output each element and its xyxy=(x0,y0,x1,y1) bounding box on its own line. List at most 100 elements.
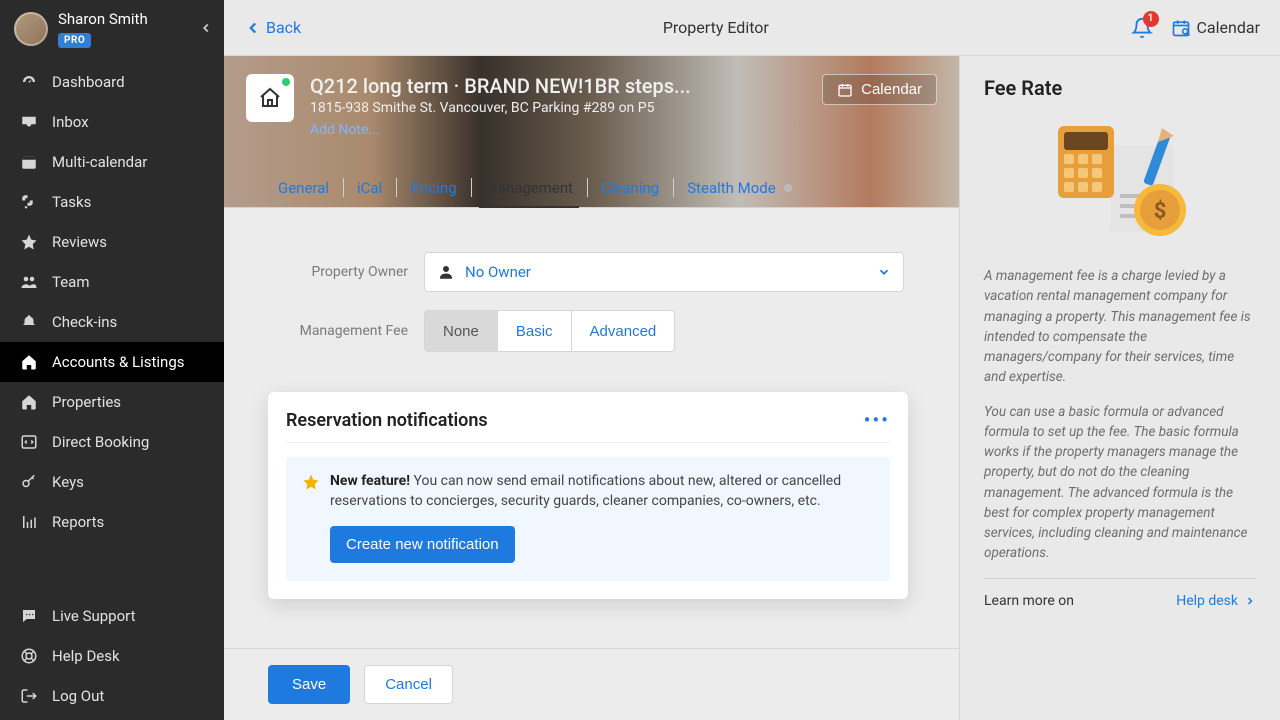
sidebar-item-inbox[interactable]: Inbox xyxy=(0,102,224,142)
gauge-icon xyxy=(18,71,40,93)
status-dot-icon xyxy=(784,184,792,192)
tab-label: Cleaning xyxy=(601,179,659,197)
sidebar-item-reports[interactable]: Reports xyxy=(0,502,224,542)
add-note-link[interactable]: Add Note... xyxy=(310,122,379,138)
sidebar-item-team[interactable]: Team xyxy=(0,262,224,302)
sidebar: Sharon Smith PRO Dashboard Inbox Multi-cal… xyxy=(0,0,224,720)
home-icon xyxy=(18,351,40,373)
user-name: Sharon Smith xyxy=(58,10,148,28)
fee-illustration-icon: $ xyxy=(1040,118,1200,248)
tab-label: General xyxy=(278,179,329,197)
sidebar-nav: Dashboard Inbox Multi-calendar Tasks Reviews… xyxy=(0,62,224,542)
divider xyxy=(984,578,1256,579)
avatar xyxy=(14,12,48,46)
sidebar-item-live-support[interactable]: Live Support xyxy=(0,596,224,636)
property-title: Q212 long term · BRAND NEW!1BR steps... xyxy=(310,74,822,98)
tasks-icon xyxy=(18,191,40,213)
sidebar-item-label: Properties xyxy=(52,393,121,411)
sidebar-user[interactable]: Sharon Smith PRO xyxy=(0,0,224,58)
sidebar-item-reviews[interactable]: Reviews xyxy=(0,222,224,262)
property-hero: Q212 long term · BRAND NEW!1BR steps... … xyxy=(224,56,959,208)
pro-badge: PRO xyxy=(58,33,91,48)
right-p1: A management fee is a charge levied by a… xyxy=(984,266,1256,388)
property-tabs: General iCal Pricing Management Cleaning Stea… xyxy=(224,168,959,208)
status-dot-icon xyxy=(282,78,290,86)
fee-option-none[interactable]: None xyxy=(425,311,497,351)
learn-more-label: Learn more on xyxy=(984,593,1074,609)
property-calendar-label: Calendar xyxy=(861,81,922,98)
owner-value: No Owner xyxy=(465,263,531,281)
owner-select[interactable]: No Owner xyxy=(424,252,904,292)
create-notification-button[interactable]: Create new notification xyxy=(330,526,515,563)
tab-label: iCal xyxy=(357,179,382,197)
notifications-button[interactable]: 1 xyxy=(1131,17,1153,39)
right-panel: Fee Rate $ xyxy=(960,56,1280,720)
tab-ical[interactable]: iCal xyxy=(343,168,396,207)
star-icon xyxy=(18,231,40,253)
property-icon xyxy=(246,74,294,122)
sidebar-nav-bottom: Live Support Help Desk Log Out xyxy=(0,596,224,716)
feature-text: New feature! You can now send email noti… xyxy=(330,471,874,512)
sidebar-item-label: Live Support xyxy=(52,607,136,625)
back-button[interactable]: Back xyxy=(244,18,301,37)
sidebar-item-log-out[interactable]: Log Out xyxy=(0,676,224,716)
owner-label: Property Owner xyxy=(268,264,408,280)
fee-segmented: NoneBasicAdvanced xyxy=(424,310,675,352)
page-title: Property Editor xyxy=(301,18,1130,37)
fee-option-advanced[interactable]: Advanced xyxy=(571,311,675,351)
tab-label: Management xyxy=(485,179,573,197)
tab-general[interactable]: General xyxy=(264,168,343,207)
sidebar-item-keys[interactable]: Keys xyxy=(0,462,224,502)
chevron-right-icon xyxy=(1244,595,1256,607)
save-button[interactable]: Save xyxy=(268,665,350,704)
tab-stealth-mode[interactable]: Stealth Mode xyxy=(673,168,806,207)
sidebar-item-dashboard[interactable]: Dashboard xyxy=(0,62,224,102)
chat-icon xyxy=(18,605,40,627)
code-icon xyxy=(18,431,40,453)
sidebar-item-label: Dashboard xyxy=(52,73,125,91)
sidebar-item-label: Tasks xyxy=(52,193,91,211)
sidebar-item-help-desk[interactable]: Help Desk xyxy=(0,636,224,676)
calendar-icon xyxy=(18,151,40,173)
calendar-search-button[interactable]: Calendar xyxy=(1171,18,1260,38)
tab-cleaning[interactable]: Cleaning xyxy=(587,168,673,207)
sidebar-item-label: Keys xyxy=(52,473,84,491)
help-desk-link[interactable]: Help desk xyxy=(1176,593,1256,609)
sidebar-item-label: Inbox xyxy=(52,113,89,131)
home-icon xyxy=(18,391,40,413)
inbox-icon xyxy=(18,111,40,133)
sidebar-item-label: Check-ins xyxy=(52,313,117,331)
cancel-button[interactable]: Cancel xyxy=(364,665,453,704)
reservation-notifications-card: Reservation notifications ••• New featur… xyxy=(268,392,908,599)
card-title: Reservation notifications xyxy=(286,410,488,431)
sidebar-item-accounts-listings[interactable]: Accounts & Listings xyxy=(0,342,224,382)
property-address: 1815-938 Smithe St. Vancouver, BC Parkin… xyxy=(310,100,822,116)
key-icon xyxy=(18,471,40,493)
svg-text:$: $ xyxy=(1154,199,1167,224)
sidebar-item-direct-booking[interactable]: Direct Booking xyxy=(0,422,224,462)
fee-option-basic[interactable]: Basic xyxy=(497,311,571,351)
sidebar-item-label: Help Desk xyxy=(52,647,120,665)
sidebar-item-label: Reviews xyxy=(52,233,107,251)
sidebar-item-label: Accounts & Listings xyxy=(52,353,185,371)
right-p2: You can use a basic formula or advanced … xyxy=(984,402,1256,564)
bell-icon xyxy=(18,311,40,333)
chevron-left-icon xyxy=(244,19,262,37)
lifebuoy-icon xyxy=(18,645,40,667)
sidebar-item-label: Reports xyxy=(52,513,104,531)
card-menu-button[interactable]: ••• xyxy=(864,408,890,432)
right-title: Fee Rate xyxy=(984,76,1256,100)
tab-management[interactable]: Management xyxy=(471,168,587,207)
sidebar-item-label: Multi-calendar xyxy=(52,153,147,171)
sidebar-collapse-button[interactable] xyxy=(196,18,216,38)
tab-label: Stealth Mode xyxy=(687,179,776,197)
sidebar-item-tasks[interactable]: Tasks xyxy=(0,182,224,222)
property-calendar-button[interactable]: Calendar xyxy=(822,74,937,105)
sidebar-item-properties[interactable]: Properties xyxy=(0,382,224,422)
sidebar-item-check-ins[interactable]: Check-ins xyxy=(0,302,224,342)
sidebar-item-label: Direct Booking xyxy=(52,433,149,451)
home-icon xyxy=(258,86,282,110)
tab-pricing[interactable]: Pricing xyxy=(396,168,470,207)
sidebar-item-multi-calendar[interactable]: Multi-calendar xyxy=(0,142,224,182)
calendar-link-label: Calendar xyxy=(1197,18,1260,37)
